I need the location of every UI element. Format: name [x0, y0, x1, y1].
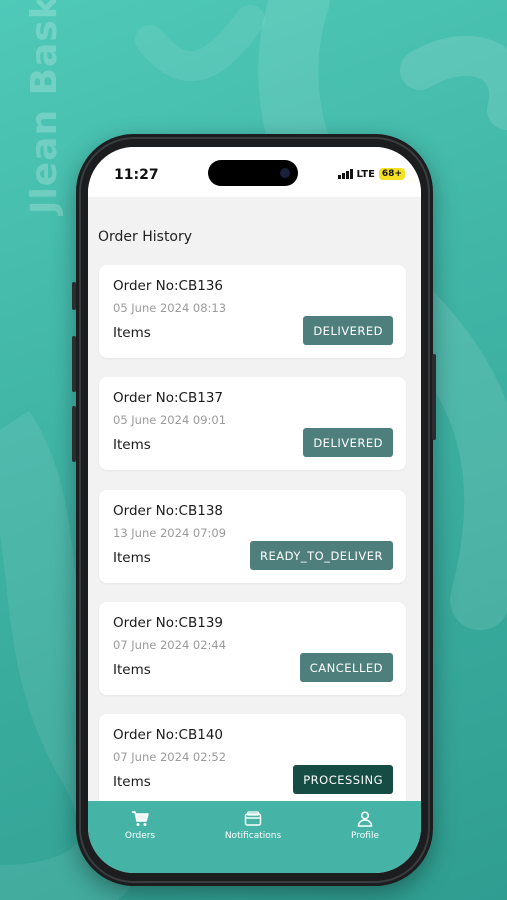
- status-badge: PROCESSING: [293, 765, 393, 794]
- order-card[interactable]: Order No:CB140 07 June 2024 02:52 Items …: [99, 714, 406, 807]
- bottom-nav: Orders Notifications Profile: [88, 801, 421, 873]
- order-card[interactable]: Order No:CB137 05 June 2024 09:01 Items …: [99, 377, 406, 470]
- order-card[interactable]: Order No:CB136 05 June 2024 08:13 Items …: [99, 265, 406, 358]
- card-icon: [244, 811, 262, 826]
- nav-notifications[interactable]: Notifications: [208, 811, 298, 841]
- network-label: LTE: [356, 168, 375, 180]
- order-date: 05 June 2024 09:01: [113, 413, 227, 427]
- order-number: Order No:CB136: [113, 278, 224, 294]
- signal-icon: [337, 169, 353, 179]
- items-label: Items: [113, 662, 151, 678]
- phone-screen: 11:27 LTE 68+ Order History Order No:CB1…: [88, 147, 421, 873]
- status-badge: READY_TO_DELIVER: [250, 541, 393, 570]
- order-number: Order No:CB140: [113, 727, 224, 743]
- nav-profile[interactable]: Profile: [320, 811, 410, 841]
- order-number: Order No:CB139: [113, 615, 224, 631]
- nav-label: Profile: [351, 831, 379, 841]
- phone-silent-switch: [72, 282, 76, 310]
- status-badge: DELIVERED: [303, 428, 393, 457]
- items-label: Items: [113, 325, 151, 341]
- items-label: Items: [113, 774, 151, 790]
- status-indicators: LTE 68+: [337, 168, 405, 180]
- phone-volume-up: [72, 336, 76, 392]
- status-badge: CANCELLED: [299, 653, 393, 682]
- status-bar: 11:27 LTE 68+: [88, 147, 421, 197]
- order-date: 05 June 2024 08:13: [113, 301, 227, 315]
- order-date: 07 June 2024 02:52: [113, 750, 227, 764]
- order-date: 07 June 2024 02:44: [113, 638, 227, 652]
- phone-power-button: [432, 354, 436, 440]
- order-number: Order No:CB137: [113, 390, 224, 406]
- phone-volume-down: [72, 406, 76, 462]
- camera-icon: [280, 168, 290, 178]
- items-label: Items: [113, 437, 151, 453]
- items-label: Items: [113, 550, 151, 566]
- order-number: Order No:CB138: [113, 503, 224, 519]
- status-time: 11:27: [114, 167, 159, 183]
- battery-icon: 68+: [378, 168, 405, 180]
- order-card[interactable]: Order No:CB138 13 June 2024 07:09 Items …: [99, 490, 406, 583]
- brand-logo-text: Jlean Basket: [24, 0, 65, 214]
- page-title: Order History: [98, 229, 193, 245]
- status-badge: DELIVERED: [303, 316, 393, 345]
- dynamic-island: [208, 160, 298, 186]
- order-date: 13 June 2024 07:09: [113, 526, 227, 540]
- order-card[interactable]: Order No:CB139 07 June 2024 02:44 Items …: [99, 602, 406, 695]
- nav-label: Orders: [124, 831, 156, 841]
- user-icon: [357, 811, 373, 827]
- cart-icon: [132, 811, 149, 826]
- nav-label: Notifications: [224, 831, 282, 841]
- nav-orders[interactable]: Orders: [95, 811, 185, 841]
